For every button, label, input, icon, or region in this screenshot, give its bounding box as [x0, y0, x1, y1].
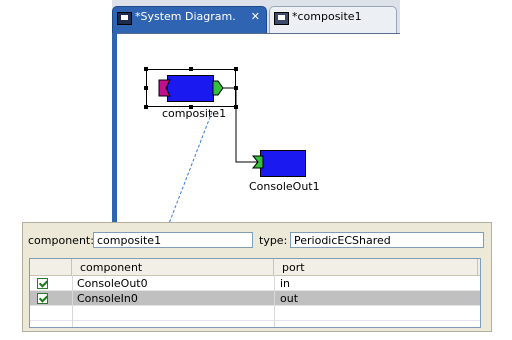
diagram-icon [274, 12, 289, 25]
component-label: composite1 [162, 107, 227, 120]
row-port: in [280, 277, 291, 290]
resize-handle[interactable] [234, 105, 238, 109]
tab-system-diagram[interactable]: *System Diagram. ✕ [112, 6, 267, 33]
editor-tab-bar: *System Diagram. ✕ *composite1 [112, 0, 400, 34]
component-field[interactable]: composite1 [93, 232, 253, 248]
table-header: component port [30, 259, 480, 276]
column-divider [274, 275, 275, 327]
resize-handle[interactable] [189, 67, 193, 71]
port-table: component port ConsoleOut0 in ConsoleIn0… [29, 258, 481, 328]
checkbox-column-header[interactable] [30, 259, 72, 275]
resize-handle[interactable] [144, 86, 148, 90]
component-field-label: component: [28, 234, 94, 247]
diagram-icon [117, 12, 132, 25]
component-label: ConsoleOut1 [249, 180, 320, 193]
column-header-port[interactable]: port [274, 259, 478, 275]
tab-label: *composite1 [292, 10, 362, 23]
row-component: ConsoleIn0 [77, 292, 138, 305]
resize-handle[interactable] [234, 67, 238, 71]
resize-handle[interactable] [144, 67, 148, 71]
column-divider [72, 275, 73, 327]
type-field-label: type: [259, 234, 288, 247]
diagram-canvas[interactable] [117, 34, 400, 222]
table-row[interactable]: ConsoleIn0 out [30, 291, 480, 306]
properties-panel: component: composite1 type: PeriodicECSh… [22, 222, 492, 332]
component-composite1[interactable] [167, 75, 214, 102]
close-icon[interactable]: ✕ [251, 10, 260, 23]
type-field[interactable]: PeriodicECShared [290, 232, 484, 248]
tab-composite1[interactable]: *composite1 [269, 6, 397, 33]
column-header-component[interactable]: component [72, 259, 274, 275]
resize-handle[interactable] [144, 105, 148, 109]
row-port: out [280, 292, 299, 305]
component-consoleout1[interactable] [260, 150, 306, 177]
table-row[interactable]: ConsoleOut0 in [30, 276, 480, 291]
row-component: ConsoleOut0 [77, 277, 148, 290]
resize-handle[interactable] [234, 86, 238, 90]
tab-label: *System Diagram. [135, 10, 236, 23]
table-row-empty [30, 306, 480, 321]
checkbox-checked[interactable] [37, 278, 48, 289]
checkbox-checked[interactable] [37, 293, 48, 304]
